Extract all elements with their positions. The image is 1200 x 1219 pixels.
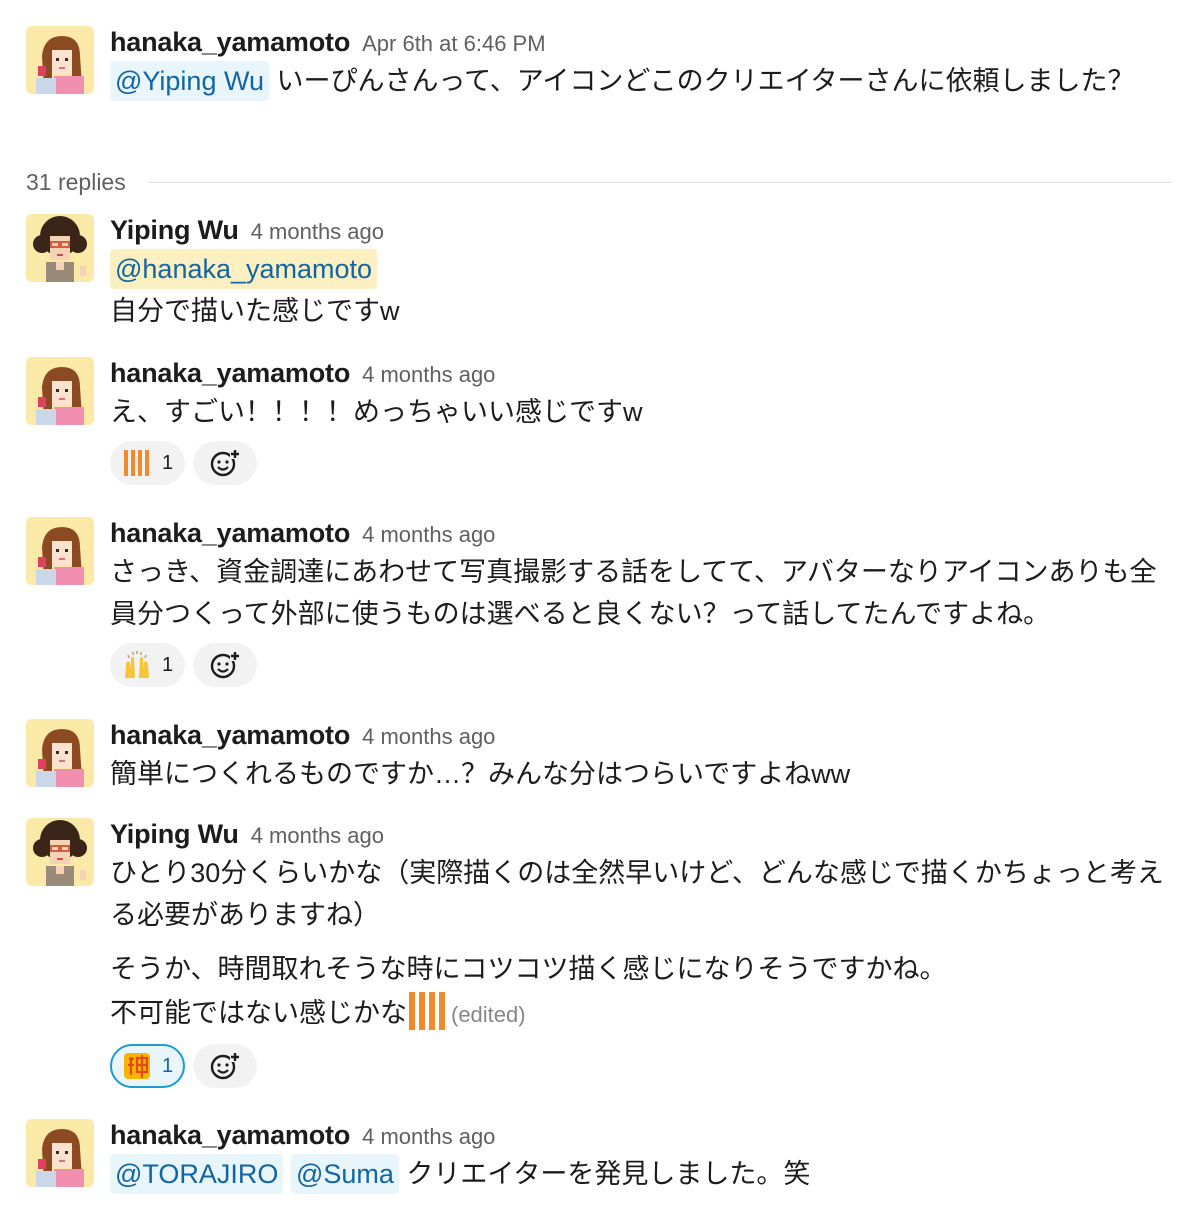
message-body: @hanaka_yamamoto 自分で描いた感じですw — [110, 248, 1180, 332]
kami-emoji-icon — [124, 1053, 150, 1079]
message-body: @TORAJIRO @Suma クリエイターを発見しました。笑 — [110, 1153, 1180, 1195]
reaction-count: 1 — [162, 653, 174, 676]
user-mention[interactable]: @Yiping Wu — [110, 61, 269, 101]
message-text: ひとり30分くらいかな（実際描くのは全然早いけど、どんな感じで描くかちょっと考え… — [110, 858, 1164, 930]
message-author[interactable]: hanaka_yamamoto — [110, 27, 350, 57]
message-timestamp[interactable]: 4 months ago — [362, 724, 495, 749]
message-timestamp[interactable]: 4 months ago — [362, 1124, 495, 1149]
message-author[interactable]: Yiping Wu — [110, 215, 239, 245]
www-emoji-icon — [409, 992, 445, 1030]
avatar[interactable] — [26, 517, 94, 585]
replies-count: 31 replies — [26, 168, 126, 195]
user-mention[interactable]: @hanaka_yamamoto — [110, 249, 378, 289]
add-reaction-icon — [210, 651, 241, 679]
hanaka-avatar-icon — [26, 357, 94, 425]
message-body: え、すごい！！！！めっちゃいい感じですw — [110, 391, 1180, 433]
message-body: 簡単につくれるものですか…？みんな分はつらいですよねww — [110, 753, 1180, 795]
hanaka-avatar-icon — [26, 517, 94, 585]
message-text: いーぴんさんって、アイコンどこのクリエイターさんに依頼しました？ — [268, 66, 1135, 96]
avatar[interactable] — [26, 1119, 94, 1187]
message-timestamp[interactable]: Apr 6th at 6:46 PM — [362, 31, 545, 56]
hanaka-avatar-icon — [26, 26, 94, 94]
reaction-pill[interactable]: 1 — [110, 643, 186, 687]
replies-divider: 31 replies — [26, 166, 1172, 198]
message-author[interactable]: hanaka_yamamoto — [110, 358, 350, 388]
message-body: @Yiping Wu いーぴんさんって、アイコンどこのクリエイターさんに依頼しま… — [110, 60, 1180, 102]
hanaka-avatar-icon — [26, 1119, 94, 1187]
message-text: 自分で描いた感じですw — [110, 296, 400, 326]
message-text: 不可能ではない感じかな — [110, 998, 407, 1028]
add-reaction-icon — [210, 1052, 241, 1080]
reaction-count: 1 — [162, 1054, 174, 1077]
message-body-continued: そうか、時間取れそうな時にコツコツ描く感じになりそうですかね。 不可能ではない感… — [110, 948, 1180, 1036]
hanaka-avatar-icon — [26, 719, 94, 787]
reactions-bar: 1 — [110, 643, 1180, 689]
message-text: そうか、時間取れそうな時にコツコツ描く感じになりそうですかね。 — [110, 954, 947, 984]
www-emoji-icon — [124, 450, 149, 476]
message-author[interactable]: hanaka_yamamoto — [110, 720, 350, 750]
reaction-pill[interactable]: 1 — [110, 1044, 186, 1088]
edited-label: (edited) — [451, 1002, 526, 1027]
yiping-avatar-icon — [26, 214, 94, 282]
message-author[interactable]: hanaka_yamamoto — [110, 1120, 350, 1150]
avatar[interactable] — [26, 818, 94, 886]
message-text: え、すごい！！！！めっちゃいい感じですw — [110, 397, 643, 427]
add-reaction-button[interactable] — [193, 441, 258, 485]
avatar[interactable] — [26, 357, 94, 425]
add-reaction-button[interactable] — [193, 1044, 258, 1088]
reaction-pill[interactable]: 1 — [110, 441, 186, 485]
message-author[interactable]: Yiping Wu — [110, 819, 239, 849]
reactions-bar: 1 — [110, 441, 1180, 487]
message-text: 簡単につくれるものですか…？みんな分はつらいですよねww — [110, 759, 851, 789]
reactions-bar: 1 — [110, 1044, 1180, 1090]
message-author[interactable]: hanaka_yamamoto — [110, 518, 350, 548]
message-body: さっき、資金調達にあわせて写真撮影する話をしてて、アバターなりアイコンありも全員… — [110, 551, 1180, 635]
avatar[interactable] — [26, 719, 94, 787]
raised-hands-icon — [125, 651, 149, 678]
reaction-count: 1 — [162, 451, 174, 474]
message-body: ひとり30分くらいかな（実際描くのは全然早いけど、どんな感じで描くかちょっと考え… — [110, 852, 1180, 936]
user-mention[interactable]: @Suma — [290, 1154, 399, 1194]
message-timestamp[interactable]: 4 months ago — [251, 219, 384, 244]
message-timestamp[interactable]: 4 months ago — [362, 522, 495, 547]
yiping-avatar-icon — [26, 818, 94, 886]
avatar[interactable] — [26, 214, 94, 282]
add-reaction-button[interactable] — [193, 643, 258, 687]
add-reaction-icon — [210, 449, 241, 477]
divider-line — [147, 181, 1172, 183]
user-mention[interactable]: @TORAJIRO — [110, 1154, 284, 1194]
message-text: さっき、資金調達にあわせて写真撮影する話をしてて、アバターなりアイコンありも全員… — [110, 557, 1157, 629]
message-timestamp[interactable]: 4 months ago — [362, 362, 495, 387]
avatar[interactable] — [26, 26, 94, 94]
message-timestamp[interactable]: 4 months ago — [251, 823, 384, 848]
message-text: クリエイターを発見しました。笑 — [398, 1159, 811, 1189]
